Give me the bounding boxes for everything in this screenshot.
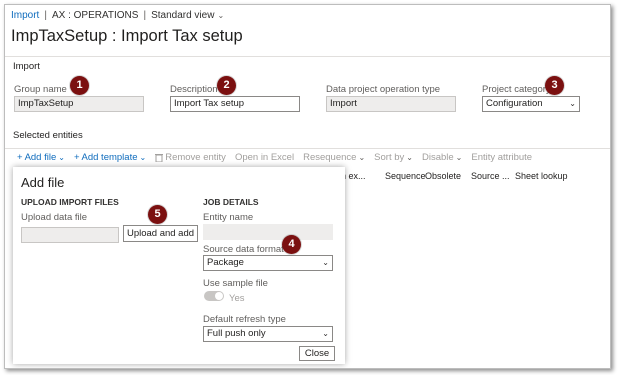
chevron-down-icon: ⌄ xyxy=(217,11,225,20)
use-sample-file-toggle[interactable] xyxy=(204,291,224,301)
operation-type-field[interactable]: Import xyxy=(326,96,456,112)
breadcrumb-import-link[interactable]: Import xyxy=(11,10,39,21)
breadcrumb-context: AX : OPERATIONS xyxy=(51,10,139,21)
entities-section-heading: Selected entities xyxy=(13,130,83,141)
operation-type-label: Data project operation type xyxy=(326,84,441,95)
description-field[interactable]: Import Tax setup xyxy=(170,96,300,112)
chevron-down-icon: ⌄ xyxy=(139,153,147,162)
source-data-format-select[interactable]: Package ⌄ xyxy=(203,255,333,271)
project-category-select[interactable]: Configuration ⌄ xyxy=(482,96,580,112)
chevron-down-icon: ⌄ xyxy=(358,153,366,162)
column-header-sheet-lookup[interactable]: Sheet lookup xyxy=(515,171,568,181)
project-category-value: Configuration xyxy=(486,98,543,109)
breadcrumb: Import | AX : OPERATIONS | Standard view… xyxy=(11,10,224,21)
source-data-format-label: Source data format xyxy=(203,244,284,255)
plus-icon: + xyxy=(17,152,23,163)
group-name-label: Group name xyxy=(14,84,67,95)
open-in-excel-label: Open in Excel xyxy=(234,152,295,163)
column-header-source[interactable]: Source ... xyxy=(471,171,510,181)
add-file-button[interactable]: + Add file ⌄ xyxy=(17,152,65,163)
window-frame: Import | AX : OPERATIONS | Standard view… xyxy=(4,4,611,369)
default-refresh-type-value: Full push only xyxy=(207,328,266,339)
resequence-label: Resequence xyxy=(303,152,357,163)
add-template-button[interactable]: + Add template ⌄ xyxy=(74,152,146,163)
entity-attribute-button[interactable]: Entity attribute xyxy=(471,152,532,163)
callout-badge-4: 4 xyxy=(282,235,301,254)
column-header-obsolete[interactable]: Obsolete xyxy=(425,171,461,181)
upload-group-heading: UPLOAD IMPORT FILES xyxy=(21,197,119,207)
remove-entity-label: Remove entity xyxy=(165,152,226,163)
breadcrumb-separator: | xyxy=(44,10,47,21)
job-details-heading: JOB DETAILS xyxy=(203,197,259,207)
entity-name-label: Entity name xyxy=(203,212,254,223)
chevron-down-icon: ⌄ xyxy=(455,153,463,162)
disable-label: Disable xyxy=(421,152,454,163)
callout-badge-2: 2 xyxy=(217,76,236,95)
add-template-label: Add template xyxy=(81,152,138,163)
upload-and-add-button[interactable]: Upload and add xyxy=(123,225,198,242)
column-header-sequence[interactable]: Sequence xyxy=(385,171,426,181)
entities-toolbar: + Add file ⌄ + Add template ⌄ Remove ent… xyxy=(17,152,541,163)
open-in-excel-button[interactable]: Open in Excel xyxy=(235,152,294,163)
sort-by-label: Sort by xyxy=(374,152,405,163)
remove-entity-button[interactable]: Remove entity xyxy=(155,152,226,163)
view-selector-label: Standard view xyxy=(151,10,215,21)
use-sample-file-label: Use sample file xyxy=(203,278,268,289)
chevron-down-icon: ⌄ xyxy=(322,329,329,338)
callout-badge-5: 5 xyxy=(148,205,167,224)
entity-name-field[interactable] xyxy=(203,224,333,240)
use-sample-file-value: Yes xyxy=(229,293,245,304)
add-file-label: Add file xyxy=(24,152,57,163)
chevron-down-icon: ⌄ xyxy=(322,258,329,267)
chevron-down-icon: ⌄ xyxy=(406,153,413,162)
resequence-button[interactable]: Resequence ⌄ xyxy=(303,152,365,163)
chevron-down-icon: ⌄ xyxy=(569,99,576,108)
toggle-knob xyxy=(215,292,223,300)
description-label: Description xyxy=(170,84,218,95)
default-refresh-type-select[interactable]: Full push only ⌄ xyxy=(203,326,333,342)
callout-badge-3: 3 xyxy=(545,76,564,95)
chevron-down-icon: ⌄ xyxy=(58,153,65,162)
view-selector[interactable]: Standard view ⌄ xyxy=(151,10,224,21)
upload-data-file-label: Upload data file xyxy=(21,212,88,223)
add-file-dialog: Add file UPLOAD IMPORT FILES Upload data… xyxy=(13,167,345,364)
trash-icon xyxy=(155,154,164,162)
entities-section xyxy=(5,124,610,149)
upload-data-file-field[interactable] xyxy=(21,227,119,243)
entity-attribute-label: Entity attribute xyxy=(471,152,533,163)
group-name-field[interactable]: ImpTaxSetup xyxy=(14,96,144,112)
close-button[interactable]: Close xyxy=(299,346,335,361)
source-data-format-value: Package xyxy=(207,257,244,268)
page-title: ImpTaxSetup : Import Tax setup xyxy=(11,27,243,45)
default-refresh-type-label: Default refresh type xyxy=(203,314,286,325)
add-file-dialog-title: Add file xyxy=(21,175,65,190)
breadcrumb-separator-2: | xyxy=(143,10,147,21)
callout-badge-1: 1 xyxy=(70,76,89,95)
import-section-heading: Import xyxy=(13,61,40,72)
disable-button[interactable]: Disable ⌄ xyxy=(422,152,462,163)
project-category-label: Project category xyxy=(482,84,551,95)
sort-by-button[interactable]: Sort by ⌄ xyxy=(374,152,413,163)
plus-icon: + xyxy=(73,152,80,163)
